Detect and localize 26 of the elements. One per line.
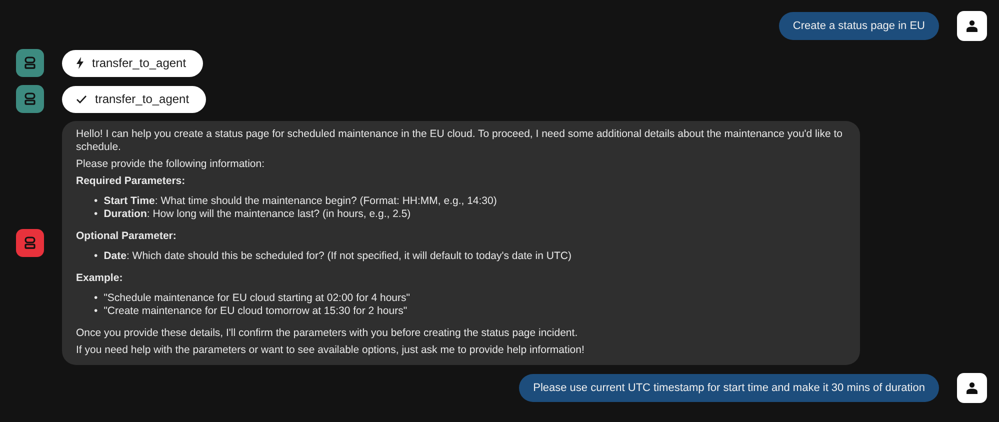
robot-icon bbox=[24, 236, 36, 250]
robot-icon bbox=[24, 92, 36, 106]
tool-call-chip[interactable]: transfer_to_agent bbox=[62, 86, 206, 112]
bullet-marker: • bbox=[94, 195, 98, 208]
robot-icon bbox=[24, 56, 36, 70]
bullet-marker: • bbox=[94, 250, 98, 263]
person-icon bbox=[966, 20, 978, 32]
user-message: Please use current UTC timestamp for start time and make it 30 mins of duration bbox=[519, 374, 939, 402]
section-heading: Example: bbox=[76, 272, 124, 285]
section-heading: Optional Parameter: bbox=[76, 230, 178, 243]
list-item: Start Time: What time should the maintenance begin? (Format: HH:MM, e.g., 14:30) bbox=[104, 195, 497, 208]
message-paragraph: Please provide the following information: bbox=[76, 158, 266, 171]
list-item: Duration: How long will the maintenance last? (in hours, e.g., 2.5) bbox=[104, 208, 411, 221]
tool-call-chip[interactable]: transfer_to_agent bbox=[62, 50, 204, 76]
list-item: "Schedule maintenance for EU cloud starting at 02:00 for 4 hours" bbox=[104, 292, 410, 305]
bullet-marker: • bbox=[94, 305, 98, 318]
bullet-marker: • bbox=[94, 208, 98, 221]
person-icon bbox=[966, 382, 978, 394]
message-paragraph: If you need help with the parameters or want to see available options, just ask me to provide help information! bbox=[76, 344, 586, 357]
bullet-marker: • bbox=[94, 292, 98, 305]
list-item: "Create maintenance for EU cloud tomorrow at 15:30 for 2 hours" bbox=[104, 305, 408, 318]
list-item: Date: Which date should this be scheduled for? (If not specified, it will default to today's date in UTC) bbox=[104, 250, 572, 263]
message-paragraph: Once you provide these details, I'll confirm the parameters with you before creating the status page incident. bbox=[76, 327, 579, 340]
user-message: Create a status page in EU bbox=[778, 12, 939, 40]
message-paragraph: Hello! I can help you create a status page for scheduled maintenance in the EU cloud. To proceed, I need some additional details about the maintenance you'd like to schedule. bbox=[76, 128, 844, 154]
section-heading: Required Parameters: bbox=[76, 175, 186, 188]
